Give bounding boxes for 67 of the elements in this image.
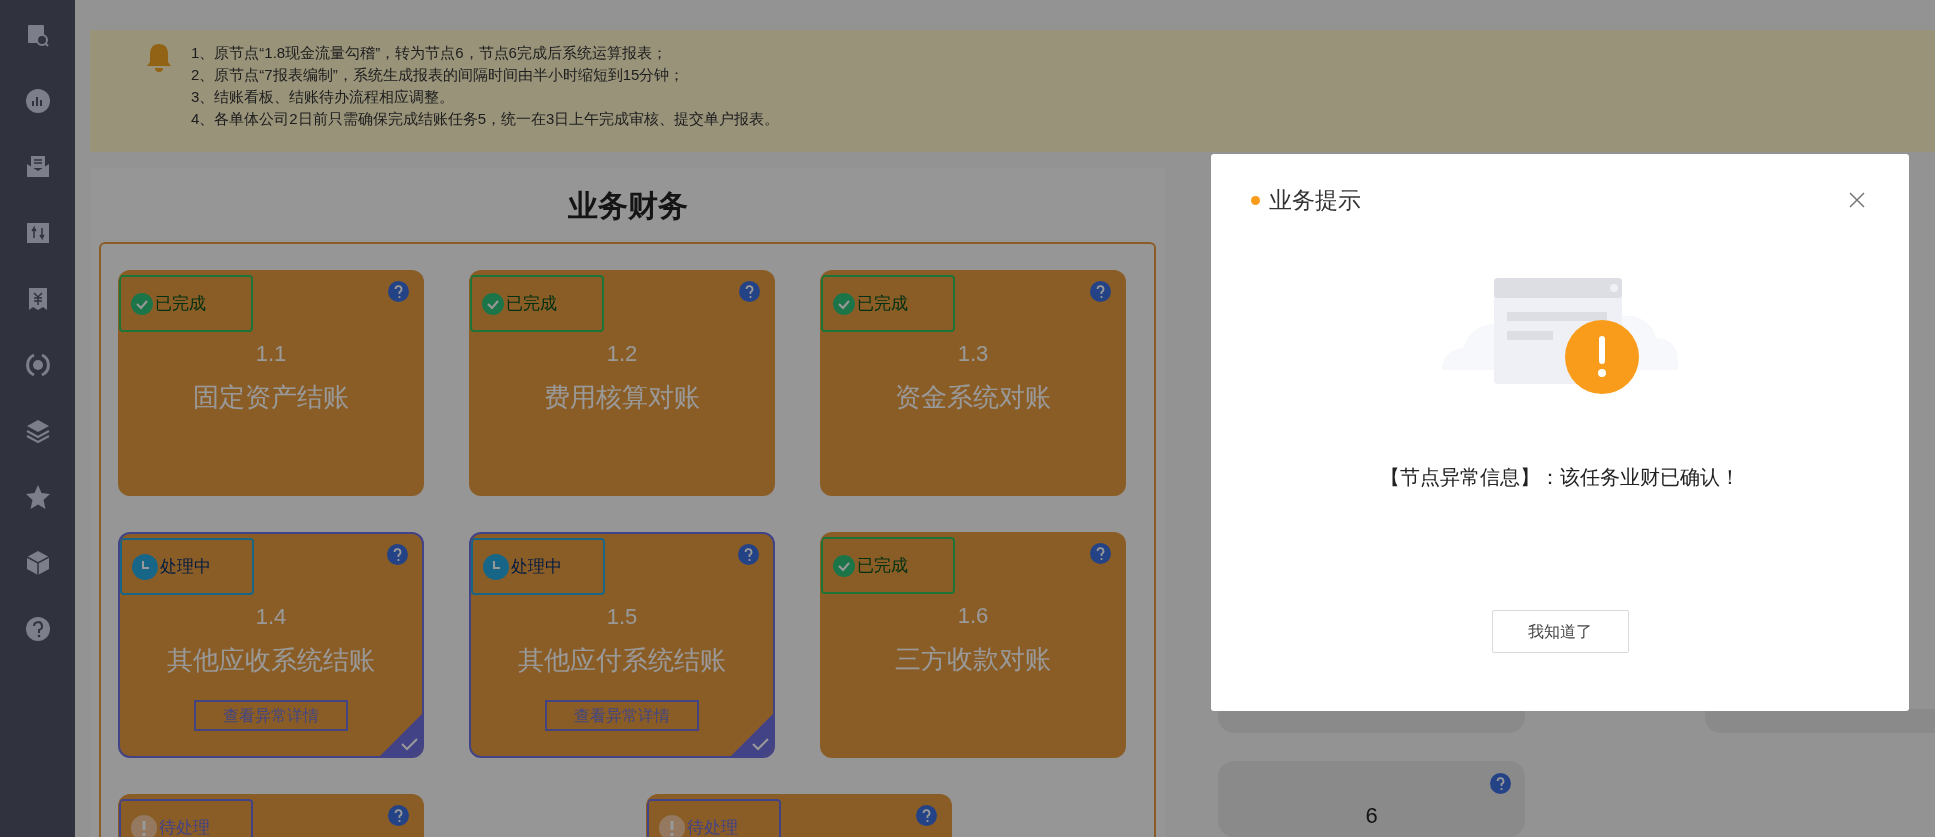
acknowledge-button[interactable]: 我知道了 xyxy=(1491,610,1629,653)
star-icon[interactable] xyxy=(24,484,51,510)
status-tag: 已完成 xyxy=(470,275,604,332)
help-icon[interactable] xyxy=(1490,773,1511,794)
notice-line: 2、原节点“7报表编制”，系统生成报表的间隔时间由半小时缩短到15分钟； xyxy=(191,65,686,85)
task-number: 6 xyxy=(1365,802,1378,830)
task-name: 固定资产结账 xyxy=(193,381,349,414)
view-exception-button[interactable]: 查看异常详情 xyxy=(194,700,348,731)
task-number: 1.1 xyxy=(255,340,287,368)
notice-line: 1、原节点“1.8现金流量勾稽”，转为节点6，节点6完成后系统运算报表； xyxy=(191,43,668,63)
task-number: 1.4 xyxy=(255,603,287,631)
view-exception-button[interactable]: 查看异常详情 xyxy=(545,700,699,731)
dialog-title: 业务提示 xyxy=(1269,186,1361,215)
help-icon[interactable] xyxy=(388,281,409,302)
task-name: 资金系统对账 xyxy=(895,381,1051,414)
check-circle-icon xyxy=(482,292,504,315)
help-icon[interactable] xyxy=(916,805,937,826)
status-tag: 已完成 xyxy=(119,275,253,332)
close-icon[interactable] xyxy=(1849,192,1865,208)
task-name: 费用核算对账 xyxy=(544,381,700,414)
bar-chart-icon[interactable] xyxy=(24,88,51,114)
status-tag: 待处理 xyxy=(119,799,253,837)
bell-icon xyxy=(145,42,173,72)
status-tag: 已完成 xyxy=(821,537,955,594)
task-name: 三方收款对账 xyxy=(895,643,1051,676)
task-number: 1.6 xyxy=(957,602,989,630)
task-number: 1.2 xyxy=(606,340,638,368)
task-card[interactable]: 待处理 xyxy=(118,794,424,837)
status-tag: 处理中 xyxy=(120,538,254,595)
help-icon[interactable] xyxy=(388,805,409,826)
clock-icon xyxy=(132,553,158,580)
transfer-icon[interactable] xyxy=(24,220,51,246)
task-card[interactable]: 已完成 1.6 三方收款对账 xyxy=(820,532,1126,758)
task-number: 1.3 xyxy=(957,340,989,368)
dialog-message: 【节点异常信息】：该任务业财已确认！ xyxy=(1380,465,1740,490)
help-icon[interactable] xyxy=(1090,543,1111,564)
status-tag: 处理中 xyxy=(471,538,605,595)
task-card[interactable]: 待处理 xyxy=(646,794,952,837)
task-card[interactable]: 6 xyxy=(1218,761,1525,837)
notice-line: 4、各单体公司2日前只需确保完成结账任务5，统一在3日上午完成审核、提交单户报表。 xyxy=(191,109,780,129)
aperture-icon[interactable] xyxy=(24,352,51,378)
clock-icon xyxy=(483,553,509,580)
status-tag: 已完成 xyxy=(821,275,955,332)
task-card[interactable]: 处理中 1.4 其他应收系统结账 查看异常详情 xyxy=(118,532,424,758)
help-icon[interactable] xyxy=(739,281,760,302)
check-circle-icon xyxy=(833,554,855,577)
corner-check-icon xyxy=(731,714,773,756)
help-icon[interactable] xyxy=(1090,281,1111,302)
notice-line: 3、结账看板、结账待办流程相应调整。 xyxy=(191,87,456,107)
task-card[interactable]: 已完成 1.2 费用核算对账 xyxy=(469,270,775,496)
mail-icon[interactable] xyxy=(24,154,51,180)
check-circle-icon xyxy=(131,292,153,315)
cube-icon[interactable] xyxy=(24,550,51,576)
status-tag: 待处理 xyxy=(647,799,781,837)
task-card[interactable]: 处理中 1.5 其他应付系统结账 查看异常详情 xyxy=(469,532,775,758)
section-title: 业务财务 xyxy=(567,188,688,224)
task-name: 其他应收系统结账 xyxy=(167,644,375,677)
check-circle-icon xyxy=(833,292,855,315)
task-card[interactable]: 已完成 1.3 资金系统对账 xyxy=(820,270,1126,496)
task-card[interactable]: 已完成 1.1 固定资产结账 xyxy=(118,270,424,496)
help-icon[interactable] xyxy=(738,544,759,565)
corner-check-icon xyxy=(380,714,422,756)
task-number: 1.5 xyxy=(606,603,638,631)
help-icon[interactable] xyxy=(387,544,408,565)
help-icon[interactable] xyxy=(24,616,51,642)
layers-icon[interactable] xyxy=(24,418,51,444)
task-name: 其他应付系统结账 xyxy=(518,644,726,677)
